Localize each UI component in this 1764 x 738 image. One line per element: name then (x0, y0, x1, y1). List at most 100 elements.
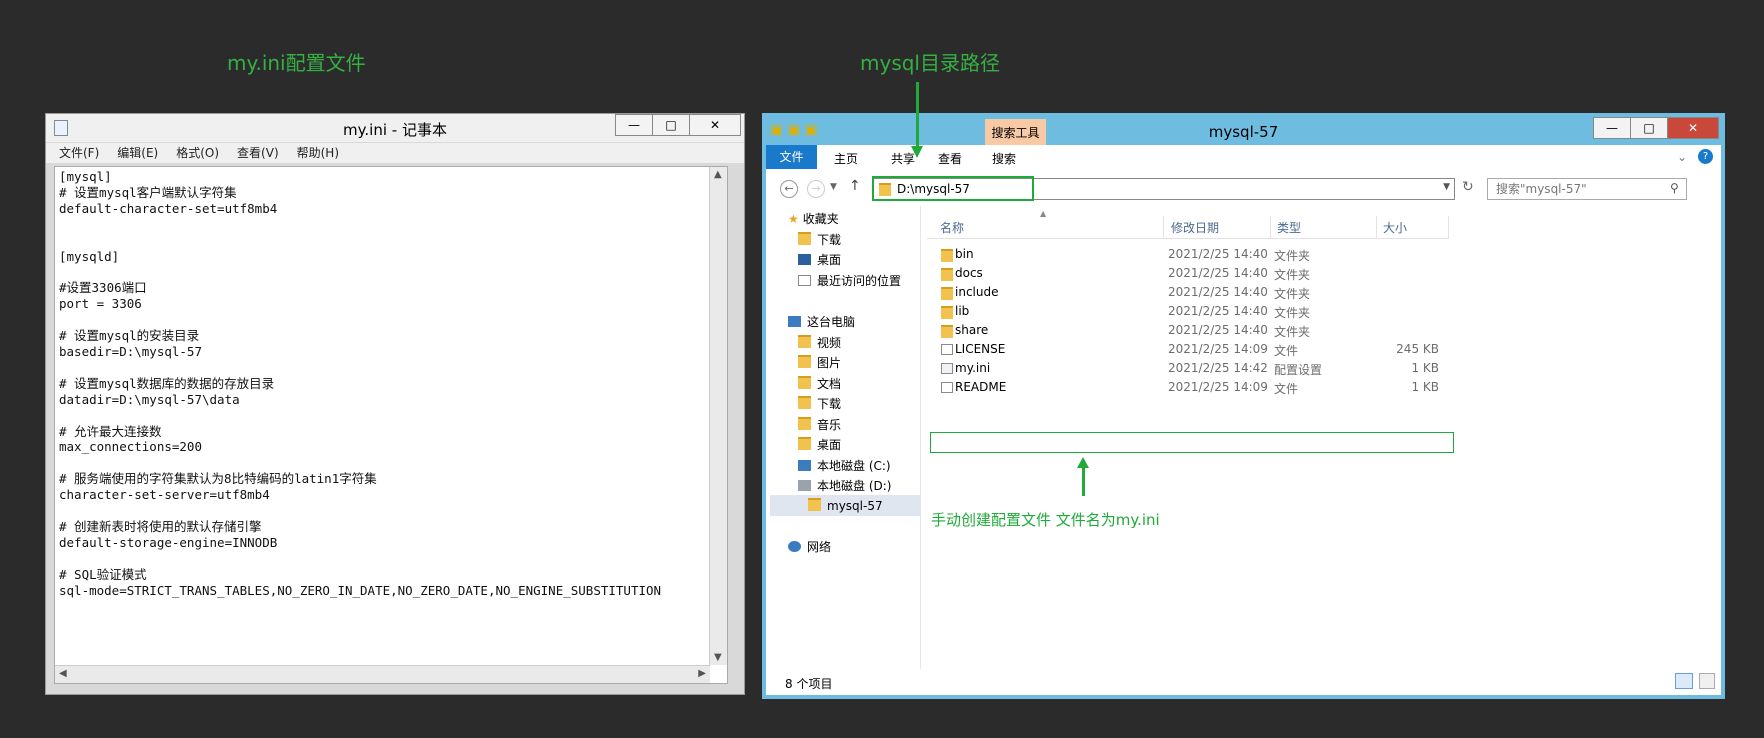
up-icon[interactable]: ↑ (849, 178, 861, 194)
tab-view[interactable]: 查看 (938, 150, 962, 167)
close-button[interactable]: ✕ (689, 114, 741, 136)
file-name: README (955, 380, 1007, 394)
recent-icon (798, 275, 811, 286)
tab-file[interactable]: 文件 (766, 145, 817, 169)
column-type[interactable]: 类型 (1277, 219, 1301, 236)
address-dropdown-icon[interactable]: ▼ (1443, 182, 1450, 192)
file-icon (941, 382, 953, 393)
nav-drive-c[interactable]: 本地磁盘 (C:) (798, 457, 891, 474)
notepad-titlebar[interactable]: my.ini - 记事本 — □ ✕ (46, 114, 744, 142)
vertical-scrollbar[interactable]: ▲ ▼ (709, 167, 727, 665)
nav-this-pc[interactable]: 这台电脑 (788, 313, 855, 330)
large-icons-view-icon[interactable] (1699, 673, 1715, 689)
menu-file[interactable]: 文件(F) (59, 143, 99, 163)
folder-icon (798, 335, 811, 348)
caption-notepad: my.ini配置文件 (227, 51, 366, 75)
item-count: 8 个项目 (785, 677, 833, 691)
file-size: 245 KB (1396, 342, 1439, 356)
nav-network[interactable]: 网络 (788, 538, 831, 555)
file-type: 文件夹 (1274, 287, 1311, 301)
scroll-right-icon[interactable]: ▶ (698, 668, 706, 679)
minimize-button[interactable]: — (615, 114, 653, 136)
file-type: 文件 (1274, 382, 1299, 396)
forward-icon[interactable]: → (807, 180, 825, 198)
help-icon[interactable]: ? (1698, 149, 1713, 164)
file-name: docs (955, 266, 983, 280)
search-icon[interactable]: ⚲ (1670, 181, 1679, 195)
scroll-up-icon[interactable]: ▲ (714, 169, 722, 180)
my-ini-highlight-box (930, 432, 1454, 453)
file-row[interactable]: README 2021/2/25 14:09 文件 1 KB (927, 378, 1449, 397)
file-icon (941, 344, 953, 355)
file-row[interactable]: docs 2021/2/25 14:40 文件夹 (927, 264, 1449, 283)
address-row: ← → ▼ ↑ D:\mysql-57 ▼ ↻ 搜索"mysql-57" ⚲ (766, 170, 1721, 206)
explorer-window: ▣▣▣ 搜索工具 mysql-57 — □ ✕ 文件 主页 共享 查看 搜索 ⌄… (762, 113, 1725, 699)
column-date[interactable]: 修改日期 (1171, 219, 1219, 236)
file-row[interactable]: share 2021/2/25 14:40 文件夹 (927, 321, 1449, 340)
network-icon (788, 541, 801, 552)
menu-help[interactable]: 帮助(H) (297, 143, 339, 163)
close-button[interactable]: ✕ (1667, 117, 1719, 139)
file-date: 2021/2/25 14:40 (1168, 323, 1268, 337)
scroll-left-icon[interactable]: ◀ (59, 668, 67, 679)
chevron-down-icon[interactable]: ⌄ (1677, 150, 1687, 164)
folder-icon (941, 287, 953, 300)
file-type: 文件夹 (1274, 325, 1311, 339)
file-row[interactable]: bin 2021/2/25 14:40 文件夹 (927, 245, 1449, 264)
nav-pictures[interactable]: 图片 (798, 354, 841, 371)
annotation-text: 手动创建配置文件 文件名为my.ini (931, 511, 1160, 529)
file-row[interactable]: include 2021/2/25 14:40 文件夹 (927, 283, 1449, 302)
file-type: 文件夹 (1274, 306, 1311, 320)
folder-icon (798, 396, 811, 409)
details-view-icon[interactable] (1675, 673, 1693, 689)
notepad-window: my.ini - 记事本 — □ ✕ 文件(F) 编辑(E) 格式(O) 查看(… (45, 113, 745, 695)
maximize-button[interactable]: □ (1630, 117, 1668, 139)
file-name: include (955, 285, 999, 299)
refresh-icon[interactable]: ↻ (1462, 179, 1474, 195)
arrow-head-icon (1077, 457, 1089, 468)
column-size[interactable]: 大小 (1383, 219, 1407, 236)
nav-favorites[interactable]: ★ 收藏夹 (788, 210, 839, 227)
recent-locations-icon[interactable]: ▼ (830, 182, 837, 192)
file-type: 文件夹 (1274, 249, 1311, 263)
nav-drive-d[interactable]: 本地磁盘 (D:) (798, 477, 891, 494)
file-date: 2021/2/25 14:40 (1168, 285, 1268, 299)
text-editor[interactable]: [mysql] # 设置mysql客户端默认字符集 default-charac… (54, 166, 728, 684)
file-row[interactable]: LICENSE 2021/2/25 14:09 文件 245 KB (927, 340, 1449, 359)
file-row[interactable]: my.ini 2021/2/25 14:42 配置设置 1 KB (927, 359, 1449, 378)
maximize-button[interactable]: □ (652, 114, 690, 136)
column-name[interactable]: 名称 (940, 219, 964, 236)
nav-documents[interactable]: 文档 (798, 375, 841, 392)
notepad-menubar: 文件(F) 编辑(E) 格式(O) 查看(V) 帮助(H) (46, 143, 744, 163)
search-input[interactable]: 搜索"mysql-57" (1487, 178, 1687, 200)
nav-videos[interactable]: 视频 (798, 334, 841, 351)
menu-format[interactable]: 格式(O) (176, 143, 219, 163)
nav-music[interactable]: 音乐 (798, 416, 841, 433)
editor-content[interactable]: [mysql] # 设置mysql客户端默认字符集 default-charac… (59, 169, 661, 598)
nav-mysql-57[interactable]: mysql-57 (808, 498, 883, 513)
nav-pc-downloads[interactable]: 下载 (798, 395, 841, 412)
nav-recent[interactable]: 最近访问的位置 (798, 272, 901, 289)
desktop-icon (798, 254, 811, 265)
menu-edit[interactable]: 编辑(E) (117, 143, 158, 163)
nav-downloads[interactable]: 下载 (798, 231, 841, 248)
folder-icon (941, 306, 953, 319)
back-icon[interactable]: ← (780, 180, 798, 198)
folder-icon (798, 376, 811, 389)
file-name: my.ini (955, 361, 991, 375)
explorer-titlebar[interactable]: ▣▣▣ 搜索工具 mysql-57 — □ ✕ (766, 117, 1721, 145)
minimize-button[interactable]: — (1593, 117, 1631, 139)
tab-home[interactable]: 主页 (834, 150, 858, 167)
nav-desktop[interactable]: 桌面 (798, 251, 841, 268)
config-file-icon (941, 363, 953, 374)
scroll-down-icon[interactable]: ▼ (714, 652, 722, 663)
file-row[interactable]: lib 2021/2/25 14:40 文件夹 (927, 302, 1449, 321)
file-date: 2021/2/25 14:09 (1168, 380, 1268, 394)
file-type: 配置设置 (1274, 363, 1323, 377)
tab-search[interactable]: 搜索 (992, 150, 1016, 167)
nav-pc-desktop[interactable]: 桌面 (798, 436, 841, 453)
file-name: share (955, 323, 989, 337)
column-headers: 名称 ▲ 修改日期 类型 大小 (927, 209, 1449, 239)
menu-view[interactable]: 查看(V) (237, 143, 279, 163)
horizontal-scrollbar[interactable]: ◀ ▶ (55, 665, 710, 683)
